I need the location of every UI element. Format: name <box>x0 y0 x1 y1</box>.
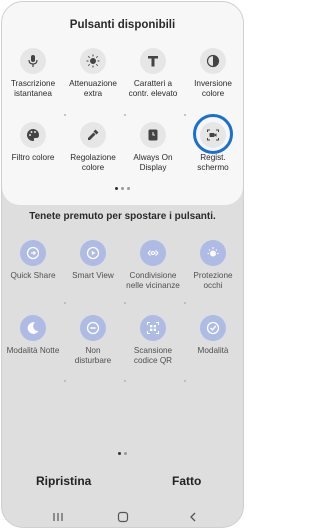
brightness-icon <box>80 48 106 74</box>
tile-qr-scan[interactable]: Scansione codice QR <box>125 315 181 365</box>
nearby-share-icon <box>140 240 166 266</box>
clock-icon <box>140 122 166 148</box>
tile-label: Attenuazione extra <box>69 79 117 98</box>
tile-high-contrast-fonts[interactable]: Caratteri a contr. elevato <box>125 48 181 98</box>
tile-smart-view[interactable]: Smart View <box>65 240 121 281</box>
tile-extra-dim[interactable]: Attenuazione extra <box>65 48 121 98</box>
tile-label: Scansione codice QR <box>133 346 173 365</box>
quick-share-icon <box>20 240 46 266</box>
mic-icon <box>20 48 46 74</box>
modes-icon <box>200 315 226 341</box>
tile-label: Smart View <box>72 271 114 280</box>
tile-nearby-share[interactable]: Condivisione nelle vicinanze <box>125 240 181 290</box>
phone-frame: Pulsanti disponibili Trascrizione istant… <box>1 1 244 528</box>
font-contrast-icon <box>140 48 166 74</box>
tile-modes[interactable]: Modalità <box>185 315 241 356</box>
eyedropper-icon <box>80 122 106 148</box>
tile-always-on-display[interactable]: Always On Display <box>125 122 181 172</box>
separator-dot <box>124 380 126 382</box>
reset-button[interactable]: Ripristina <box>36 474 91 488</box>
tile-label: Modalità Notte <box>6 346 60 355</box>
separator-dot <box>124 114 126 116</box>
separator-dot <box>64 114 66 116</box>
navigation-bar <box>2 504 243 527</box>
done-button[interactable]: Fatto <box>172 474 201 488</box>
tile-label: Protezione occhi <box>193 271 233 290</box>
tile-label: Non disturbare <box>74 346 112 365</box>
tile-label: Condivisione nelle vicinanze <box>126 271 180 290</box>
invert-icon <box>200 48 226 74</box>
tile-color-filter[interactable]: Filtro colore <box>5 122 61 163</box>
tile-label: Always On Display <box>133 153 173 172</box>
tile-label: Inversione colore <box>194 79 232 98</box>
available-title: Pulsanti disponibili <box>69 19 176 31</box>
available-page-indicator <box>2 187 243 190</box>
separator-dot <box>124 302 126 304</box>
qr-icon <box>140 315 166 341</box>
tile-eye-comfort[interactable]: Protezione occhi <box>185 240 241 290</box>
tile-live-transcribe[interactable]: Trascrizione istantanea <box>5 48 61 98</box>
tile-label: Regolazione colore <box>70 153 116 172</box>
tile-label: Quick Share <box>10 271 56 280</box>
tile-night-mode[interactable]: Modalità Notte <box>5 315 61 356</box>
separator-dot <box>184 114 186 116</box>
available-buttons-panel: Pulsanti disponibili Trascrizione istant… <box>2 2 243 205</box>
separator-dot <box>184 302 186 304</box>
tile-label: Modalità <box>197 346 229 355</box>
tile-label: Regist. schermo <box>197 153 229 172</box>
back-icon[interactable] <box>187 510 199 527</box>
active-page-indicator <box>2 452 243 455</box>
eye-comfort-icon <box>200 240 226 266</box>
recent-apps-icon[interactable] <box>52 510 64 527</box>
smart-view-icon <box>80 240 106 266</box>
moon-icon <box>20 315 46 341</box>
separator-dot <box>64 380 66 382</box>
tile-color-adjustment[interactable]: Regolazione colore <box>65 122 121 172</box>
home-icon[interactable] <box>117 510 129 527</box>
highlight-ring <box>193 114 233 154</box>
tile-label: Filtro colore <box>11 153 55 162</box>
do-not-disturb-icon <box>80 315 106 341</box>
tile-label: Trascrizione istantanea <box>10 79 56 98</box>
tile-quick-share[interactable]: Quick Share <box>5 240 61 281</box>
separator-dot <box>64 302 66 304</box>
active-title: Tenete premuto per spostare i pulsanti. <box>29 211 216 222</box>
palette-icon <box>20 122 46 148</box>
tile-do-not-disturb[interactable]: Non disturbare <box>65 315 121 365</box>
separator-dot <box>184 380 186 382</box>
tile-label: Caratteri a contr. elevato <box>128 79 178 98</box>
tile-color-inversion[interactable]: Inversione colore <box>185 48 241 98</box>
